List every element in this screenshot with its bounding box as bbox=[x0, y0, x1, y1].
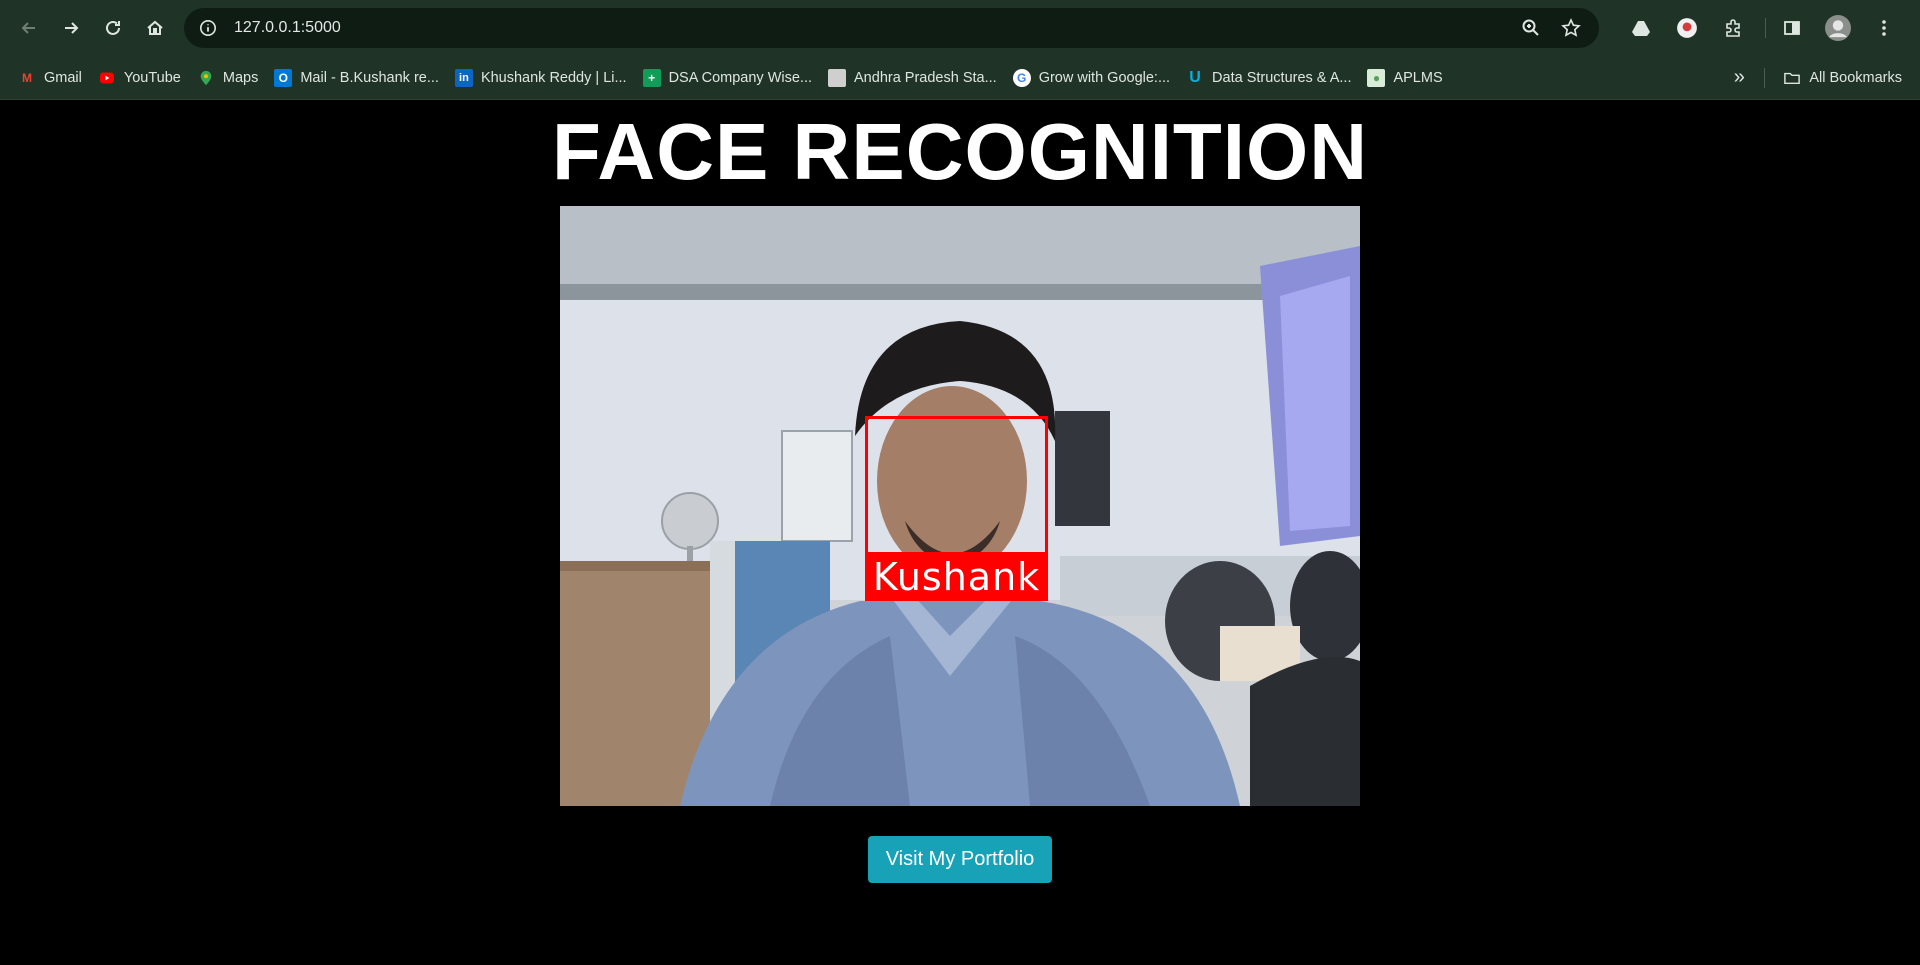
bookmark-maps[interactable]: Maps bbox=[189, 63, 266, 93]
bookmark-label: APLMS bbox=[1393, 69, 1443, 86]
bookmark-label: Data Structures & A... bbox=[1212, 69, 1352, 86]
webcam-video-feed: Kushank bbox=[560, 206, 1360, 806]
bookmark-dsa-sheet[interactable]: + DSA Company Wise... bbox=[635, 63, 820, 93]
bookmark-label: Maps bbox=[222, 69, 259, 86]
ap-icon bbox=[828, 68, 847, 87]
site-info-icon[interactable] bbox=[196, 16, 220, 40]
folder-icon bbox=[1783, 69, 1801, 87]
bookmark-gmail[interactable]: M Gmail bbox=[10, 63, 90, 93]
home-icon bbox=[146, 20, 163, 35]
linkedin-icon: in bbox=[454, 68, 473, 87]
bookmark-data-structures[interactable]: U Data Structures & A... bbox=[1178, 63, 1359, 93]
outlook-icon: O bbox=[274, 68, 293, 87]
star-bookmark-icon[interactable] bbox=[1555, 12, 1587, 44]
page-content: FACE RECOGNITION Kushank Visit My Portfo… bbox=[0, 100, 1920, 965]
gmail-icon: M bbox=[22, 70, 32, 85]
youtube-icon bbox=[98, 69, 116, 87]
bookmark-label: Khushank Reddy | Li... bbox=[480, 69, 627, 86]
url-text[interactable]: 127.0.0.1:5000 bbox=[234, 19, 1507, 37]
bookmark-andhra-pradesh[interactable]: Andhra Pradesh Sta... bbox=[820, 63, 1005, 93]
zoom-icon[interactable] bbox=[1515, 12, 1547, 44]
bookmark-aplms[interactable]: ● APLMS bbox=[1359, 63, 1450, 93]
bookmarks-divider bbox=[1764, 67, 1766, 88]
bookmark-outlook-mail[interactable]: O Mail - B.Kushank re... bbox=[266, 63, 447, 93]
drive-extension-icon[interactable] bbox=[1621, 8, 1661, 48]
sheets-icon: + bbox=[642, 68, 661, 87]
extension-avatar-icon[interactable] bbox=[1667, 8, 1707, 48]
bookmark-label: Gmail bbox=[44, 69, 82, 86]
aplms-icon: ● bbox=[1367, 68, 1386, 87]
detected-name-label: Kushank bbox=[865, 552, 1048, 601]
google-icon: G bbox=[1012, 68, 1031, 87]
toolbar-divider bbox=[1765, 18, 1766, 38]
address-bar[interactable]: 127.0.0.1:5000 bbox=[184, 8, 1599, 48]
bookmark-youtube[interactable]: YouTube bbox=[90, 63, 189, 93]
all-bookmarks-button[interactable]: All Bookmarks bbox=[1775, 63, 1910, 93]
udacity-icon: U bbox=[1189, 68, 1201, 86]
chevron-double-right-icon[interactable]: » bbox=[1724, 66, 1754, 89]
reload-icon bbox=[105, 20, 120, 35]
profile-avatar-icon[interactable] bbox=[1818, 8, 1858, 48]
more-menu-icon[interactable] bbox=[1864, 8, 1904, 48]
bookmark-label: Grow with Google:... bbox=[1038, 69, 1171, 86]
bookmark-label: Mail - B.Kushank re... bbox=[300, 69, 439, 86]
home-button[interactable] bbox=[136, 8, 173, 48]
all-bookmarks-label: All Bookmarks bbox=[1809, 69, 1902, 86]
bookmark-label: YouTube bbox=[123, 69, 181, 86]
browser-toolbar: 127.0.0.1:5000 bbox=[0, 0, 1920, 56]
reload-button[interactable] bbox=[94, 8, 131, 48]
forward-button[interactable] bbox=[52, 8, 89, 48]
bookmark-label: Andhra Pradesh Sta... bbox=[854, 69, 997, 86]
bookmark-label: DSA Company Wise... bbox=[668, 69, 813, 86]
bookmark-grow-with-google[interactable]: G Grow with Google:... bbox=[1005, 63, 1178, 93]
arrow-right-icon bbox=[64, 22, 78, 34]
arrow-left-icon bbox=[21, 22, 35, 34]
extensions-puzzle-icon[interactable] bbox=[1713, 8, 1753, 48]
visit-portfolio-button[interactable]: Visit My Portfolio bbox=[868, 836, 1052, 883]
bookmarks-bar: M Gmail YouTube Maps O Mail - B.Kushank … bbox=[0, 56, 1920, 100]
back-button[interactable] bbox=[10, 8, 47, 48]
page-title: FACE RECOGNITION bbox=[551, 107, 1369, 196]
maps-icon bbox=[197, 69, 215, 87]
side-panel-icon[interactable] bbox=[1772, 8, 1812, 48]
bookmark-linkedin[interactable]: in Khushank Reddy | Li... bbox=[447, 63, 635, 93]
